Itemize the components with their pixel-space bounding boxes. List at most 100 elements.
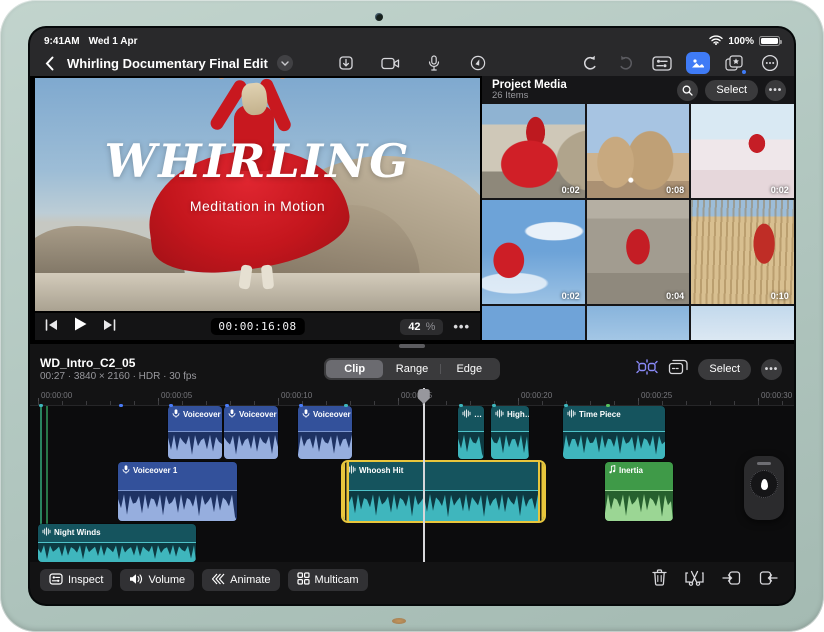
media-thumbnail[interactable]: 0:10 (691, 200, 794, 304)
sfx-icon (495, 409, 504, 420)
video-viewer[interactable]: WHIRLING Meditation in Motion (35, 78, 480, 311)
sfx-icon (42, 527, 51, 538)
media-browser-icon[interactable] (686, 52, 710, 74)
clip-duration-badge: 0:02 (770, 185, 789, 195)
clip-label: Night Winds (54, 528, 101, 537)
battery-icon (759, 36, 782, 46)
project-title[interactable]: Whirling Documentary Final Edit (67, 56, 268, 71)
clip-connection-dot (492, 403, 496, 407)
status-bar: 9:41AM Wed 1 Apr 100% (30, 28, 794, 50)
timecode-display[interactable]: 00:00:16:08 (210, 318, 305, 335)
filmstrip-view-icon[interactable] (668, 359, 689, 380)
timeline-clip[interactable]: Voiceover 3 (298, 406, 352, 459)
main-area: WHIRLING Meditation in Motion 00:00:16:0… (30, 76, 794, 340)
redo-icon[interactable] (614, 52, 638, 74)
ipad-device: 9:41AM Wed 1 Apr 100% Whirling Documenta… (0, 0, 824, 632)
media-thumbnail[interactable] (691, 306, 794, 340)
overwrite-icon[interactable] (759, 570, 778, 591)
skip-back-button[interactable] (45, 318, 58, 336)
app-toolbar: Whirling Documentary Final Edit (30, 50, 794, 76)
clip-duration-badge: 0:02 (561, 185, 580, 195)
ruler-label: 00:00:10 (281, 391, 313, 400)
timeline-clip[interactable]: Voiceover 2 (168, 406, 222, 459)
viewer-more-button[interactable]: ••• (453, 319, 470, 334)
timeline-clip[interactable]: Time Piece (563, 406, 665, 459)
sfx-icon (462, 409, 471, 420)
media-thumbnail[interactable]: 0:02 (482, 200, 585, 304)
timeline-clip[interactable]: Whoosh Hit (343, 462, 544, 521)
trash-icon[interactable] (652, 569, 667, 591)
clip-label: Whoosh Hit (359, 466, 404, 475)
video-title-overlay: WHIRLING (104, 134, 411, 188)
media-thumbnail[interactable]: 0:02 (482, 104, 585, 198)
timeline-clip[interactable]: Night Winds (38, 524, 196, 562)
import-media-icon[interactable] (334, 52, 358, 74)
mode-edge[interactable]: Edge (441, 360, 498, 378)
playhead[interactable] (417, 388, 430, 562)
media-thumbnail[interactable] (586, 306, 690, 340)
timeline-section: WD_Intro_C2_05 00:27 · 3840 × 2160 · HDR… (30, 344, 794, 604)
clip-duration-badge: 0:10 (770, 291, 789, 301)
undo-icon[interactable] (578, 52, 602, 74)
transport-bar: 00:00:16:08 42% ••• (35, 313, 480, 340)
insert-icon[interactable] (722, 570, 741, 591)
play-button[interactable] (74, 317, 87, 336)
media-thumbnail[interactable]: 0:02 (691, 104, 794, 198)
clip-waveform (224, 431, 278, 459)
inspect-button[interactable]: Inspect (40, 569, 113, 591)
adjustments-icon[interactable] (650, 52, 674, 74)
skip-forward-button[interactable] (103, 318, 116, 336)
animate-button[interactable]: Animate (202, 569, 280, 591)
top-chrome: 9:41AM Wed 1 Apr 100% Whirling Documenta… (30, 28, 794, 76)
timeline-ruler[interactable]: 00:00:00 00:00:05 00:00:10 00:00:15 00:00:20… (30, 388, 794, 407)
landscape-ground (35, 273, 480, 311)
mode-range[interactable]: Range (383, 360, 441, 378)
timeline-clip[interactable]: Inertia (605, 462, 673, 521)
media-thumbnail[interactable]: 0:08 (586, 104, 690, 198)
voiceover-icon (122, 465, 130, 476)
clip-waveform (118, 490, 237, 521)
speaker-icon (129, 573, 143, 588)
battery-percent: 100% (728, 35, 754, 47)
blade-icon[interactable] (685, 569, 704, 591)
clip-waveform (298, 431, 352, 459)
apple-pencil-icon[interactable] (466, 52, 490, 74)
timeline-tracks[interactable]: Voiceover 2 Voiceover 2 Voiceover 3 … High… T… (30, 406, 794, 562)
volume-button[interactable]: Volume (120, 569, 195, 591)
timeline-clip[interactable]: Voiceover 2 (224, 406, 278, 459)
media-thumbnail[interactable] (482, 306, 585, 340)
clip-connection-dot (459, 403, 463, 407)
keyframes-icon (211, 573, 225, 588)
jog-wheel[interactable] (744, 456, 784, 520)
front-camera (375, 13, 383, 21)
timeline-clip[interactable]: Voiceover 1 (118, 462, 237, 521)
mode-clip[interactable]: Clip (326, 360, 384, 378)
more-icon[interactable] (758, 52, 782, 74)
edit-mode-segmented-control: Clip Range Edge (324, 358, 500, 380)
back-button[interactable] (40, 53, 58, 73)
ruler-label: 00:00:00 (41, 391, 73, 400)
media-select-button[interactable]: Select (705, 79, 758, 101)
clip-duration-badge: 0:08 (666, 185, 685, 195)
jog-dial[interactable] (750, 470, 778, 498)
record-video-icon[interactable] (378, 52, 402, 74)
timeline-clip[interactable]: … (458, 406, 484, 459)
viewer-zoom-control[interactable]: 42% (400, 318, 444, 335)
clip-connection-dot (225, 403, 229, 407)
multicam-button[interactable]: Multicam (287, 569, 368, 591)
media-panel-header: Project Media 26 Items Select ••• (482, 76, 794, 102)
timeline-clip-name: WD_Intro_C2_05 (40, 356, 136, 370)
media-thumbnail[interactable]: 0:04 (586, 200, 690, 304)
record-audio-icon[interactable] (422, 52, 446, 74)
effects-icon[interactable] (722, 52, 747, 75)
title-menu-button[interactable] (276, 55, 293, 71)
voiceover-icon (302, 409, 310, 420)
search-button[interactable] (677, 79, 699, 101)
timeline-clip[interactable]: High… (491, 406, 529, 459)
clip-connection-dot (119, 403, 123, 407)
snapping-icon[interactable] (636, 358, 659, 380)
timeline-more-button[interactable]: ••• (761, 358, 782, 380)
media-more-button[interactable]: ••• (765, 79, 786, 101)
timeline-resize-handle[interactable] (399, 344, 425, 348)
timeline-select-button[interactable]: Select (698, 358, 751, 380)
